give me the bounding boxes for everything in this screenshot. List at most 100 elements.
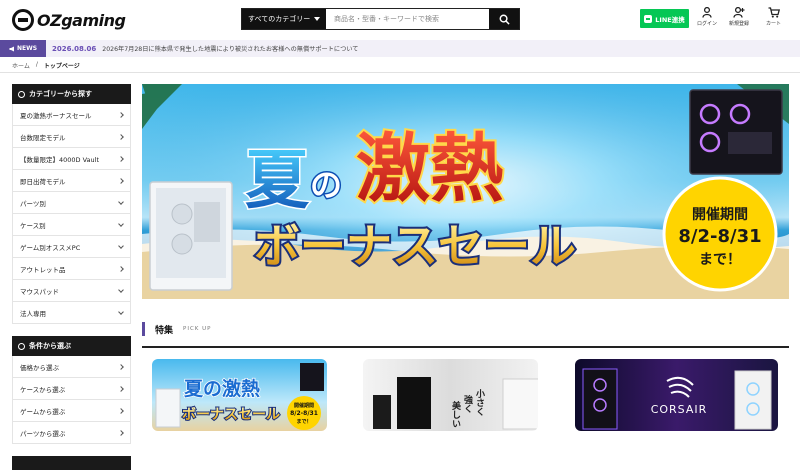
card-compact-text-3: 美しい [450, 400, 461, 428]
site-logo[interactable]: OZgaming [12, 9, 126, 31]
condition-item[interactable]: ケースから選ぶ [12, 378, 131, 400]
feature-divider [142, 346, 789, 348]
category-item[interactable]: 法人専用 [12, 302, 131, 324]
category-item-label: 法人専用 [20, 309, 46, 318]
chevron-down-icon [118, 198, 124, 205]
category-item[interactable]: 即日出荷モデル [12, 170, 131, 192]
chevron-right-icon [118, 177, 124, 184]
category-item-label: マウスパッド [20, 287, 59, 296]
condition-item[interactable]: パーツから選ぶ [12, 422, 131, 444]
banner-hot-text: 激熱 [356, 126, 504, 212]
category-item-label: 夏の激熱ボーナスセール [20, 111, 92, 120]
chevron-down-icon [118, 242, 124, 249]
register-label: 新規登録 [729, 21, 750, 27]
category-section-header: カテゴリーから探す [12, 84, 131, 104]
breadcrumb-current: トップページ [43, 63, 80, 70]
category-item[interactable]: ゲーム別オススメPC [12, 236, 131, 258]
banner-period-tail: まで！ [699, 252, 741, 268]
category-item-label: パーツ別 [20, 199, 46, 208]
cart-button[interactable]: カート [766, 7, 781, 27]
category-list: 夏の激熱ボーナスセール 台数限定モデル【数量限定】4000D Vault 即日出荷モ… [12, 104, 131, 324]
news-date: 2026.08.06 [52, 44, 97, 53]
card-summer-text: 夏の激熱 [184, 377, 260, 400]
feature-card-corsair[interactable]: CORSAIR [575, 359, 778, 431]
chevron-right-icon [118, 133, 124, 140]
hero-banner[interactable]: 夏 の 激熱 ボーナスセール 開催期間 8/2-8/31 まで！ [142, 84, 789, 299]
line-icon [644, 14, 653, 23]
corsair-sails-icon [666, 376, 694, 398]
condition-item[interactable]: ゲームから選ぶ [12, 400, 131, 422]
feature-card-art: CORSAIR [582, 368, 772, 430]
condition-item-label: パーツから選ぶ [20, 429, 66, 438]
condition-item-label: ケースから選ぶ [20, 385, 66, 394]
news-link[interactable]: 2026年7月28日に熊本県で発生した地震により被災されたお客様への無償サポート… [102, 44, 358, 53]
category-item-label: 台数限定モデル [20, 133, 66, 142]
banner-art: 夏 の 激熱 ボーナスセール 開催期間 8/2-8/31 まで！ [142, 84, 789, 299]
category-item[interactable]: 台数限定モデル [12, 126, 131, 148]
feature-subtitle: PICK UP [183, 326, 212, 332]
circle-bullet-icon [18, 342, 25, 350]
header-divider [0, 72, 800, 73]
add-user-icon [733, 7, 745, 18]
chevron-right-icon [118, 111, 124, 118]
category-section-title: カテゴリーから探す [29, 90, 92, 98]
chevron-right-icon [118, 265, 124, 272]
card-corsair-brand: CORSAIR [651, 403, 708, 416]
category-item-label: 即日出荷モデル [20, 177, 66, 186]
chevron-right-icon [118, 385, 124, 392]
news-bar: NEWS 2026.08.06 2026年7月28日に熊本県で発生した地震により… [0, 40, 800, 57]
category-item[interactable]: パーツ別 [12, 192, 131, 214]
condition-item-label: 価格から選ぶ [20, 363, 59, 372]
circle-bullet-icon [18, 90, 25, 98]
category-item[interactable]: アウトレット品 [12, 258, 131, 280]
card-compact-text-1: 小さく [474, 388, 486, 416]
chevron-down-icon [118, 220, 124, 227]
feature-section-header: 特集 PICK UP [142, 322, 212, 336]
next-section-header [12, 456, 131, 470]
login-button[interactable]: ログイン [697, 7, 717, 27]
search-input[interactable] [326, 9, 489, 29]
category-item[interactable]: 夏の激熱ボーナスセール [12, 104, 131, 126]
search-bar: すべてのカテゴリー [241, 8, 520, 30]
cart-label: カート [766, 21, 782, 27]
chevron-right-icon [118, 363, 124, 370]
chevron-down-icon [118, 308, 124, 315]
feature-card-art: 夏の激熱 ボーナスセール 開催期間 8/2-8/31 まで！ [155, 363, 324, 430]
condition-section-header: 条件から選ぶ [12, 336, 131, 356]
breadcrumb-separator: / [35, 61, 38, 68]
card-period-tail: まで！ [296, 418, 311, 425]
banner-summer-text: 夏 [245, 144, 310, 218]
feature-title: 特集 [155, 325, 174, 336]
logo-mark-icon [12, 9, 34, 31]
condition-item[interactable]: 価格から選ぶ [12, 356, 131, 378]
feature-card-art: 小さく 強く 美しい [373, 377, 538, 430]
breadcrumb: ホーム / トップページ [12, 61, 80, 70]
line-connect-button[interactable]: LINE連携 [640, 9, 689, 28]
condition-section-title: 条件から選ぶ [29, 342, 71, 350]
feature-card-summer-sale[interactable]: 夏の激熱 ボーナスセール 開催期間 8/2-8/31 まで！ [152, 359, 327, 431]
condition-item-label: ゲームから選ぶ [20, 407, 66, 416]
sidebar: カテゴリーから探す 夏の激熱ボーナスセール 台数限定モデル【数量限定】4000D … [12, 84, 131, 470]
category-item[interactable]: マウスパッド [12, 280, 131, 302]
banner-period-title: 開催期間 [692, 206, 748, 223]
card-period-dates: 8/2-8/31 [290, 410, 318, 417]
news-tag-label: NEWS [16, 45, 38, 52]
search-category-select[interactable]: すべてのカテゴリー [242, 9, 326, 29]
breadcrumb-home[interactable]: ホーム [12, 61, 30, 70]
category-item[interactable]: ケース別 [12, 214, 131, 236]
login-label: ログイン [697, 21, 718, 27]
site-header: OZgaming すべてのカテゴリー LINE連携 ログイン 新規登録 カート [0, 0, 800, 38]
feature-card-compact[interactable]: 小さく 強く 美しい [363, 359, 538, 431]
card-bonus-text: ボーナスセール [182, 407, 280, 423]
register-button[interactable]: 新規登録 [729, 7, 749, 27]
caret-down-icon [314, 17, 320, 21]
line-button-label: LINE連携 [655, 15, 685, 24]
category-item-label: アウトレット品 [20, 265, 66, 274]
banner-no-text: の [310, 166, 342, 204]
category-item[interactable]: 【数量限定】4000D Vault [12, 148, 131, 170]
cart-icon [768, 7, 780, 18]
card-period-title: 開催期間 [294, 402, 314, 409]
category-item-label: ゲーム別オススメPC [20, 243, 81, 252]
news-tag: NEWS [0, 40, 46, 57]
search-button[interactable] [489, 9, 519, 29]
